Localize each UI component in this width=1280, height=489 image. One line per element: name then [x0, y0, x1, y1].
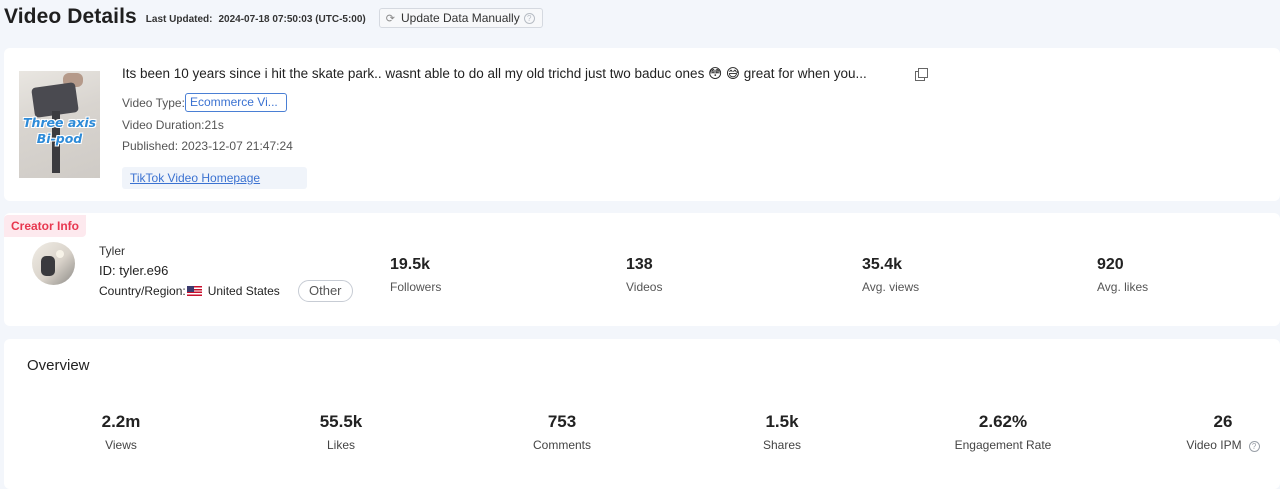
video-description: Its been 10 years since i hit the skate … — [122, 66, 867, 81]
video-type-tag[interactable]: Ecommerce Vi... — [184, 93, 287, 112]
creator-name[interactable]: Tyler — [99, 244, 125, 258]
update-data-label: Update Data Manually — [400, 11, 520, 25]
last-updated-value: 2024-07-18 07:50:03 (UTC-5:00) — [218, 14, 366, 25]
last-updated-label: Last Updated: — [145, 14, 213, 25]
copy-icon[interactable] — [914, 67, 930, 83]
country-value: United States — [207, 284, 280, 298]
video-published: Published: 2023-12-07 21:47:24 — [122, 139, 293, 153]
creator-stat-avg-views: 35.4k Avg. views — [862, 256, 920, 294]
thumbnail-caption: Three axis Bi-pod — [22, 115, 97, 146]
video-duration: Video Duration:21s — [122, 118, 224, 132]
creator-stat-avg-likes: 920 Avg. likes — [1097, 256, 1149, 294]
overview-stat-engagement-rate: 2.62% Engagement Rate — [954, 412, 1052, 452]
overview-stat-comments: 753 Comments — [532, 412, 591, 452]
video-thumbnail[interactable]: Three axis Bi-pod — [19, 71, 100, 178]
tiktok-homepage-link[interactable]: TikTok Video Homepage — [122, 167, 307, 189]
category-chip[interactable]: Other — [298, 280, 353, 302]
overview-stat-shares: 1.5k Shares — [762, 412, 802, 452]
creator-country: Country/Region: United States — [99, 284, 280, 298]
help-icon[interactable]: ? — [523, 12, 535, 24]
overview-title: Overview — [27, 357, 90, 374]
creator-id: ID: tyler.e96 — [99, 263, 169, 278]
page-title: Video Details — [4, 5, 137, 28]
overview-stat-video-ipm: 26 Video IPM? — [1153, 412, 1280, 452]
overview-stat-views: 2.2m Views — [101, 412, 141, 452]
refresh-icon: ⟳ — [385, 12, 395, 25]
page-header: Video Details Last Updated: 2024-07-18 07… — [4, 4, 543, 30]
video-type: Video Type: Ecommerce Vi... — [122, 93, 287, 112]
help-icon[interactable]: ? — [1248, 441, 1260, 452]
video-type-label: Video Type: — [122, 95, 185, 110]
last-updated: Last Updated: 2024-07-18 07:50:03 (UTC-5:… — [146, 14, 366, 25]
video-info-card: Three axis Bi-pod Its been 10 years sinc… — [4, 48, 1280, 201]
update-data-button[interactable]: ⟳ Update Data Manually ? — [378, 8, 543, 28]
overview-stat-likes: 55.5k Likes — [319, 412, 363, 452]
creator-stat-followers: 19.5k Followers — [390, 256, 442, 294]
creator-info-card: Creator Info Tyler ID: tyler.e96 Country… — [4, 213, 1280, 326]
creator-info-tag: Creator Info — [4, 215, 87, 237]
avatar[interactable] — [32, 242, 75, 285]
us-flag-icon — [186, 286, 202, 296]
creator-stat-videos: 138 Videos — [626, 256, 663, 294]
overview-card: Overview 2.2m Views 55.5k Likes 753 Comm… — [4, 339, 1280, 489]
country-label: Country/Region: — [99, 284, 186, 298]
